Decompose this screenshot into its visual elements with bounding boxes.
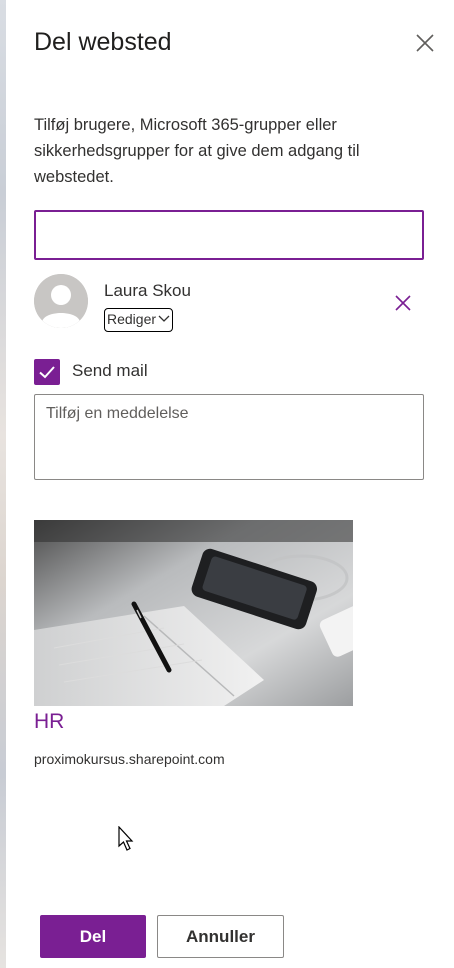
cancel-button[interactable]: Annuller: [157, 915, 284, 958]
site-url: proximokursus.sharepoint.com: [34, 751, 225, 767]
close-icon: [395, 295, 411, 311]
remove-user-button[interactable]: [392, 292, 414, 314]
person-icon: [34, 274, 88, 328]
panel-description: Tilføj brugere, Microsoft 365-grupper el…: [34, 116, 360, 186]
send-mail-label: Send mail: [72, 361, 148, 380]
message-field[interactable]: [34, 394, 424, 480]
chevron-down-icon: [158, 315, 170, 322]
mouse-pointer-icon: [118, 826, 134, 851]
site-thumbnail-image: [34, 520, 353, 706]
close-icon: [416, 34, 434, 52]
avatar: [34, 274, 88, 328]
close-button[interactable]: [412, 30, 438, 56]
share-site-panel: Del websted Tilføj brugere, Microsoft 36…: [6, 0, 454, 968]
share-button[interactable]: Del: [40, 915, 146, 958]
checkmark-icon: [39, 366, 55, 379]
people-picker-input[interactable]: [34, 210, 424, 260]
permission-dropdown[interactable]: Rediger: [104, 308, 174, 332]
site-name-link[interactable]: HR: [34, 710, 64, 734]
panel-title: Del websted: [34, 28, 172, 56]
send-mail-checkbox[interactable]: [34, 359, 60, 385]
site-thumbnail: [34, 520, 353, 706]
user-name: Laura Skou: [104, 281, 191, 300]
permission-label: Rediger: [107, 311, 157, 327]
